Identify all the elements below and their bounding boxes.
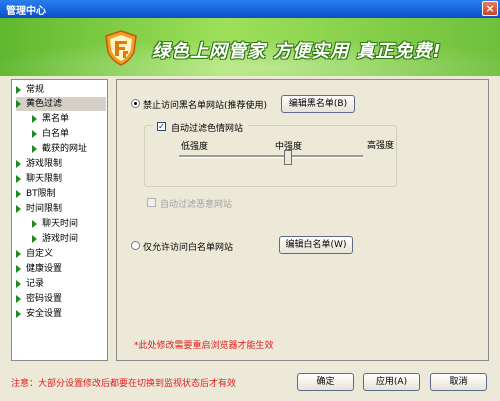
- footer-warning-note: 注意：大部分设置修改后都要在切换到监视状态后才有效: [11, 379, 237, 389]
- nav-item-records[interactable]: 记录: [16, 277, 44, 291]
- nav-item-game-limit[interactable]: 游戏限制: [16, 157, 62, 171]
- auto-filter-porn-label[interactable]: 自动过滤色情网站: [171, 121, 243, 134]
- edit-whitelist-button[interactable]: 编辑白名单(W): [279, 236, 353, 254]
- nav-item-label: 常规: [26, 85, 45, 95]
- arrow-right-icon: [16, 294, 21, 303]
- nav-item-label: 时间限制: [26, 204, 63, 214]
- nav-item-health-settings[interactable]: 健康设置: [16, 262, 62, 276]
- nav-item-label: 记录: [26, 279, 45, 289]
- arrow-right-icon: [16, 279, 21, 288]
- nav-item-time-limit[interactable]: 时间限制: [16, 202, 62, 216]
- nav-item-label: 游戏限制: [26, 159, 63, 169]
- nav-item-yellow-filter[interactable]: 黄色过滤: [16, 97, 106, 111]
- shield-logo-icon: [105, 30, 137, 66]
- auto-filter-porn-checkbox[interactable]: ✓: [157, 122, 166, 131]
- nav-item-label: 聊天限制: [26, 174, 63, 184]
- nav-item-label: 截获的网址: [42, 144, 88, 154]
- close-button[interactable]: ×: [482, 1, 498, 16]
- nav-item-bt-limit[interactable]: BT限制: [16, 187, 56, 201]
- auto-filter-malicious-label: 自动过滤恶意网站: [160, 200, 233, 210]
- nav-item-password-settings[interactable]: 密码设置: [16, 292, 62, 306]
- close-icon: ×: [485, 2, 495, 15]
- cancel-button[interactable]: 取消: [430, 373, 487, 391]
- nav-item-general[interactable]: 常规: [16, 83, 44, 97]
- arrow-right-icon: [32, 129, 37, 138]
- title-bar[interactable]: 管理中心 ×: [0, 0, 500, 18]
- management-center-window: 管理中心 × 绿色上网管家 方便实用 真正免费! 常规 黄色过滤 黑名单 白名单…: [0, 0, 500, 401]
- nav-item-blacklist[interactable]: 黑名单: [32, 112, 69, 126]
- ok-button[interactable]: 确定: [297, 373, 354, 391]
- apply-button[interactable]: 应用(A): [363, 373, 420, 391]
- edit-blacklist-button[interactable]: 编辑黑名单(B): [281, 95, 355, 113]
- blacklist-mode-label[interactable]: 禁止访问黑名单网站(推荐使用): [143, 98, 267, 111]
- arrow-right-icon: [16, 85, 21, 94]
- arrow-right-icon: [32, 219, 37, 228]
- nav-item-label: 安全设置: [26, 309, 63, 319]
- arrow-right-icon: [16, 204, 21, 213]
- strength-low-label: 低强度: [181, 142, 209, 152]
- arrow-right-icon: [16, 159, 21, 168]
- nav-item-label: 黄色过滤: [26, 99, 63, 109]
- blacklist-mode-radio[interactable]: [131, 99, 140, 108]
- banner: 绿色上网管家 方便实用 真正免费!: [0, 18, 500, 76]
- nav-item-label: 黑名单: [42, 114, 70, 124]
- whitelist-mode-radio[interactable]: [131, 241, 140, 250]
- window-title: 管理中心: [6, 6, 46, 17]
- nav-item-label: 游戏时间: [42, 234, 79, 244]
- nav-item-custom[interactable]: 自定义: [16, 247, 53, 261]
- nav-item-label: 白名单: [42, 129, 70, 139]
- nav-item-chat-time[interactable]: 聊天时间: [32, 217, 78, 231]
- auto-filter-malicious-checkbox[interactable]: [147, 198, 156, 207]
- strength-high-label: 高强度: [367, 141, 395, 151]
- whitelist-mode-label[interactable]: 仅允许访问白名单网站: [143, 240, 233, 253]
- arrow-right-icon: [16, 99, 21, 108]
- arrow-right-icon: [16, 174, 21, 183]
- nav-item-game-time[interactable]: 游戏时间: [32, 232, 78, 246]
- arrow-right-icon: [32, 144, 37, 153]
- nav-item-chat-limit[interactable]: 聊天限制: [16, 172, 62, 186]
- arrow-right-icon: [32, 114, 37, 123]
- nav-item-intercepted-urls[interactable]: 截获的网址: [32, 142, 87, 156]
- nav-item-label: BT限制: [26, 189, 56, 199]
- nav-item-label: 密码设置: [26, 294, 63, 304]
- settings-nav-tree[interactable]: 常规 黄色过滤 黑名单 白名单 截获的网址 游戏限制 聊天限制 BT限制 时间限…: [11, 79, 108, 361]
- nav-item-label: 聊天时间: [42, 219, 79, 229]
- arrow-right-icon: [16, 249, 21, 258]
- nav-item-security-settings[interactable]: 安全设置: [16, 307, 62, 321]
- arrow-right-icon: [16, 189, 21, 198]
- arrow-right-icon: [32, 234, 37, 243]
- nav-item-label: 健康设置: [26, 264, 63, 274]
- nav-item-whitelist[interactable]: 白名单: [32, 127, 69, 141]
- restart-browser-note: *此处修改需要重启浏览器才能生效: [134, 341, 274, 351]
- nav-item-label: 自定义: [26, 249, 54, 259]
- arrow-right-icon: [16, 309, 21, 318]
- filter-strength-slider-thumb[interactable]: [284, 150, 292, 165]
- arrow-right-icon: [16, 264, 21, 273]
- filter-strength-slider-track[interactable]: [179, 155, 363, 158]
- banner-slogan: 绿色上网管家 方便实用 真正免费!: [152, 41, 442, 62]
